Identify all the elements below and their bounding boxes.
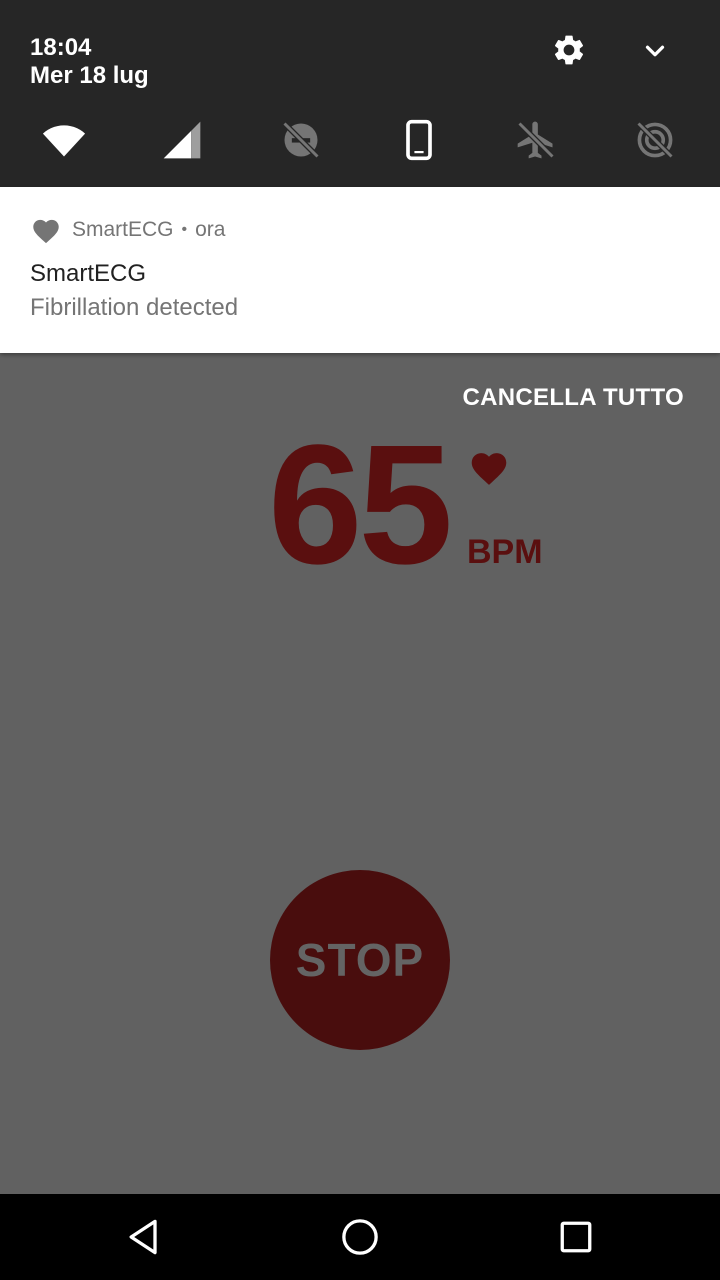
heart-rate-value: 65 <box>268 410 453 600</box>
heart-icon <box>33 219 59 244</box>
chevron-down-icon[interactable] <box>640 36 670 66</box>
notification-title: SmartECG <box>30 260 147 287</box>
portrait-rotation-icon[interactable] <box>397 118 441 162</box>
stop-button[interactable]: STOP <box>270 870 450 1050</box>
home-icon[interactable] <box>338 1215 382 1259</box>
back-icon[interactable] <box>122 1215 166 1259</box>
wifi-icon[interactable] <box>42 118 86 162</box>
dnd-off-icon[interactable] <box>279 118 323 162</box>
quick-settings-panel: 18:04 Mer 18 lug <box>0 0 720 187</box>
cellular-signal-icon[interactable] <box>160 118 204 162</box>
heart-rate-unit: BPM <box>467 533 543 571</box>
clock-date[interactable]: Mer 18 lug <box>30 62 149 90</box>
settings-icon[interactable] <box>551 32 587 68</box>
navigation-bar <box>0 1194 720 1280</box>
notification-header: SmartECG • ora <box>30 215 225 245</box>
notification-text: Fibrillation detected <box>30 294 239 321</box>
notification-card[interactable]: SmartECG • ora SmartECG Fibrillation det… <box>0 187 720 353</box>
notification-app-name: SmartECG <box>72 218 174 241</box>
stop-button-label: STOP <box>295 934 425 986</box>
location-off-icon[interactable] <box>633 118 677 162</box>
airplane-mode-off-icon[interactable] <box>514 118 558 162</box>
heart-icon <box>471 453 507 485</box>
clock-time: 18:04 <box>30 34 92 61</box>
notification-separator: • <box>181 221 188 238</box>
clear-all-button[interactable]: CANCELLA TUTTO <box>462 383 684 413</box>
recents-icon[interactable] <box>554 1215 598 1259</box>
notification-time: ora <box>195 218 226 241</box>
screen: 18:04 Mer 18 lug SmartECG • ora SmartECG… <box>0 0 720 1280</box>
